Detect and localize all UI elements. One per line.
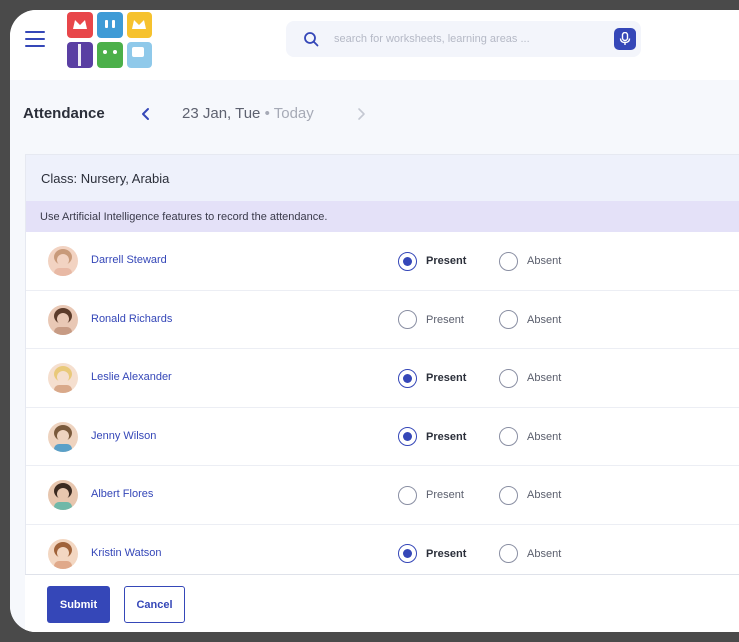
absent-label: Absent [527, 547, 562, 560]
cancel-button[interactable]: Cancel [124, 586, 185, 623]
submit-button[interactable]: Submit [47, 586, 110, 623]
attendance-header: Attendance 23 Jan, Tue • Today [10, 80, 739, 144]
present-label: Present [426, 255, 467, 267]
class-label: Class: Nursery, Arabia [26, 155, 739, 201]
student-name[interactable]: Kristin Watson [91, 547, 162, 559]
avatar [48, 480, 78, 511]
chevron-right-icon [357, 108, 365, 120]
previous-day-button[interactable] [137, 105, 153, 123]
student-name[interactable]: Darrell Steward [91, 254, 167, 266]
present-radio[interactable] [398, 544, 417, 564]
absent-option[interactable]: Absent [499, 544, 561, 564]
present-label: Present [426, 547, 467, 560]
student-row: Leslie Alexander Present Absent [26, 349, 739, 408]
present-option[interactable]: Present [398, 368, 466, 388]
present-radio[interactable] [398, 251, 417, 271]
ai-banner: Use Artificial Intelligence features to … [26, 201, 739, 232]
chevron-left-icon [141, 108, 149, 120]
student-name[interactable]: Ronald Richards [91, 313, 172, 325]
avatar [48, 304, 78, 335]
present-option[interactable]: Present [398, 427, 466, 447]
present-option[interactable]: Present [398, 485, 464, 505]
microphone-button[interactable] [614, 28, 636, 50]
avatar [48, 363, 78, 394]
absent-radio[interactable] [499, 251, 518, 271]
student-row: Jenny Wilson Present Absent [26, 408, 739, 467]
present-radio[interactable] [398, 368, 417, 388]
absent-option[interactable]: Absent [499, 427, 561, 447]
student-row: Darrell Steward Present Absent [26, 232, 739, 291]
avatar [48, 421, 78, 452]
microphone-icon [619, 32, 631, 45]
student-row: Albert Flores Present Absent [26, 466, 739, 525]
date-value: 23 Jan, Tue [182, 105, 261, 122]
student-name[interactable]: Albert Flores [91, 488, 153, 500]
next-day-button[interactable] [353, 105, 369, 123]
present-label: Present [426, 489, 464, 502]
top-bar [10, 10, 739, 80]
present-option[interactable]: Present [398, 310, 464, 330]
page-title: Attendance [23, 105, 105, 122]
search-input[interactable] [334, 29, 594, 49]
absent-radio[interactable] [499, 368, 518, 388]
absent-option[interactable]: Absent [499, 310, 561, 330]
present-label: Present [426, 313, 464, 326]
form-footer: Submit Cancel [25, 574, 739, 632]
avatar [48, 246, 78, 276]
absent-option[interactable]: Absent [499, 368, 561, 388]
student-row: Ronald Richards Present Absent [26, 291, 739, 350]
hamburger-icon[interactable] [25, 31, 45, 47]
current-date: 23 Jan, Tue • Today [182, 105, 314, 122]
absent-label: Absent [527, 255, 562, 267]
present-radio[interactable] [398, 485, 417, 505]
attendance-card: Class: Nursery, Arabia Use Artificial In… [25, 154, 739, 632]
present-radio[interactable] [398, 310, 417, 330]
today-label: Today [273, 105, 314, 122]
absent-option[interactable]: Absent [499, 251, 561, 271]
search-icon[interactable] [303, 31, 319, 47]
student-name[interactable]: Leslie Alexander [91, 371, 172, 383]
present-option[interactable]: Present [398, 251, 466, 271]
absent-label: Absent [527, 430, 562, 443]
present-label: Present [426, 430, 467, 443]
absent-option[interactable]: Absent [499, 485, 561, 505]
absent-label: Absent [527, 313, 562, 326]
search-bar [286, 21, 641, 57]
absent-radio[interactable] [499, 310, 518, 330]
student-name[interactable]: Jenny Wilson [91, 430, 156, 442]
student-list: Darrell Steward Present Absent Ronald Ri… [26, 232, 739, 584]
absent-radio[interactable] [499, 485, 518, 505]
present-option[interactable]: Present [398, 544, 466, 564]
app-window: Attendance 23 Jan, Tue • Today Class: Nu… [10, 10, 739, 632]
avatar [48, 538, 78, 569]
present-label: Present [426, 372, 467, 385]
brand-logo [67, 12, 152, 68]
absent-label: Absent [527, 489, 562, 502]
main-content: Attendance 23 Jan, Tue • Today Class: Nu… [10, 80, 739, 632]
present-radio[interactable] [398, 427, 417, 447]
absent-radio[interactable] [499, 544, 518, 564]
absent-radio[interactable] [499, 427, 518, 447]
absent-label: Absent [527, 372, 562, 385]
